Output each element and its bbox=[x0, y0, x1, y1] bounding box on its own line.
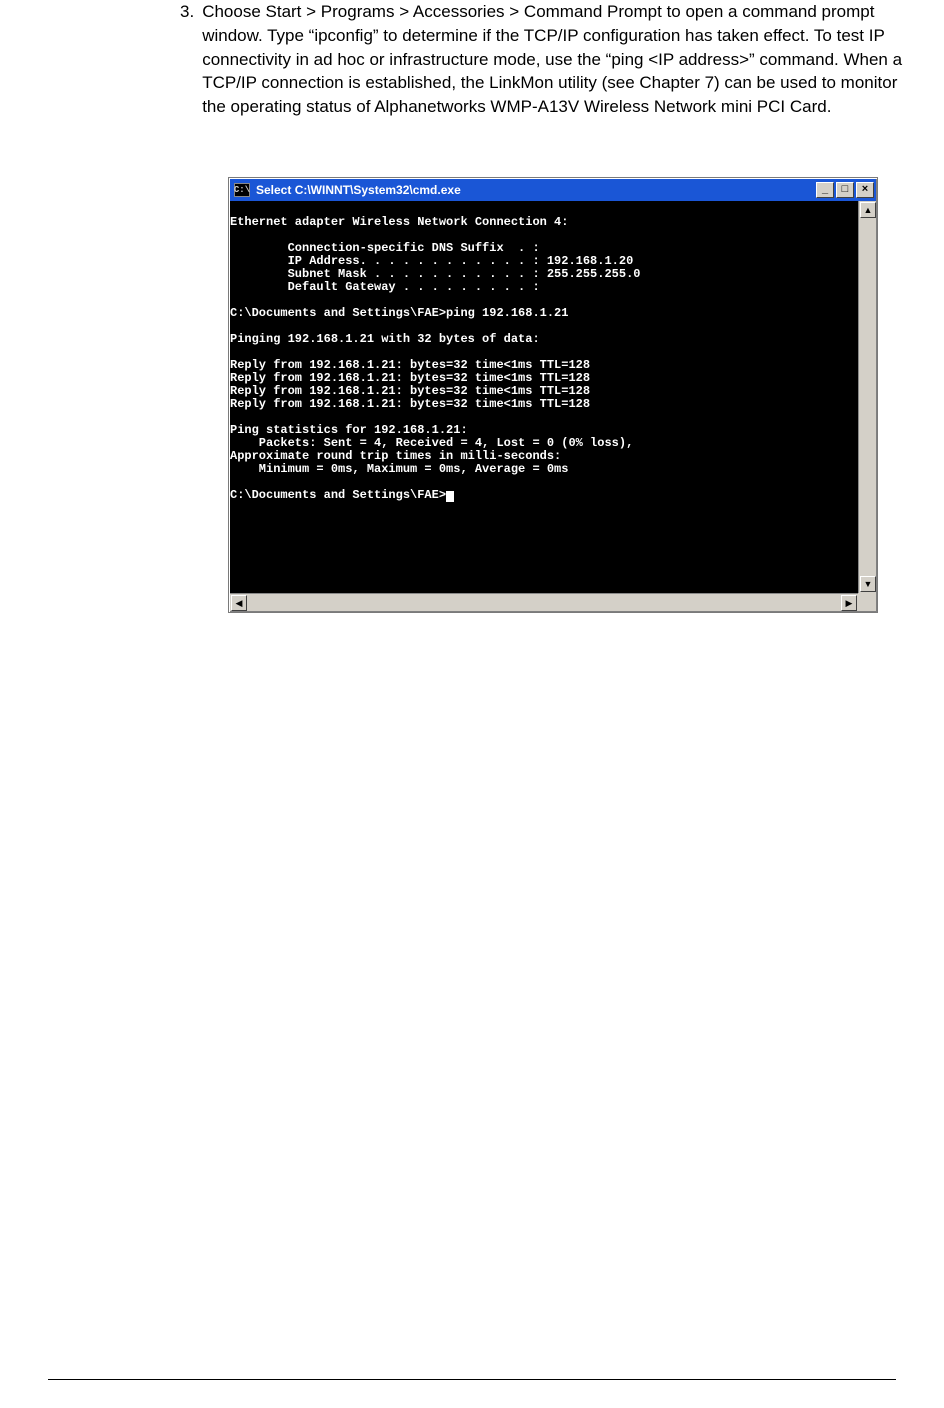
step-number: 3. bbox=[180, 0, 194, 119]
close-button[interactable]: × bbox=[856, 182, 874, 198]
terminal-text: Ethernet adapter Wireless Network Connec… bbox=[230, 215, 640, 502]
vertical-scrollbar[interactable]: ▲ ▼ bbox=[858, 201, 876, 593]
minimize-button[interactable]: _ bbox=[816, 182, 834, 198]
maximize-button[interactable]: □ bbox=[836, 182, 854, 198]
window-title: Select C:\WINNT\System32\cmd.exe bbox=[256, 182, 810, 199]
cmd-icon: C:\ bbox=[234, 183, 250, 197]
horizontal-scrollbar[interactable]: ◀ ▶ bbox=[230, 593, 858, 611]
scroll-left-button[interactable]: ◀ bbox=[231, 595, 247, 611]
step-text: Choose Start > Programs > Accessories > … bbox=[202, 0, 924, 119]
scroll-up-button[interactable]: ▲ bbox=[860, 202, 876, 218]
scroll-right-button[interactable]: ▶ bbox=[841, 595, 857, 611]
scroll-down-button[interactable]: ▼ bbox=[860, 576, 876, 592]
footer-divider bbox=[48, 1379, 896, 1380]
size-grip[interactable] bbox=[858, 593, 876, 611]
client-area: Ethernet adapter Wireless Network Connec… bbox=[230, 201, 876, 611]
terminal-output[interactable]: Ethernet adapter Wireless Network Connec… bbox=[230, 201, 858, 593]
cursor bbox=[446, 491, 454, 502]
command-prompt-window: C:\ Select C:\WINNT\System32\cmd.exe _ □… bbox=[228, 177, 878, 613]
title-bar[interactable]: C:\ Select C:\WINNT\System32\cmd.exe _ □… bbox=[230, 179, 876, 201]
step-3: 3. Choose Start > Programs > Accessories… bbox=[180, 0, 924, 119]
